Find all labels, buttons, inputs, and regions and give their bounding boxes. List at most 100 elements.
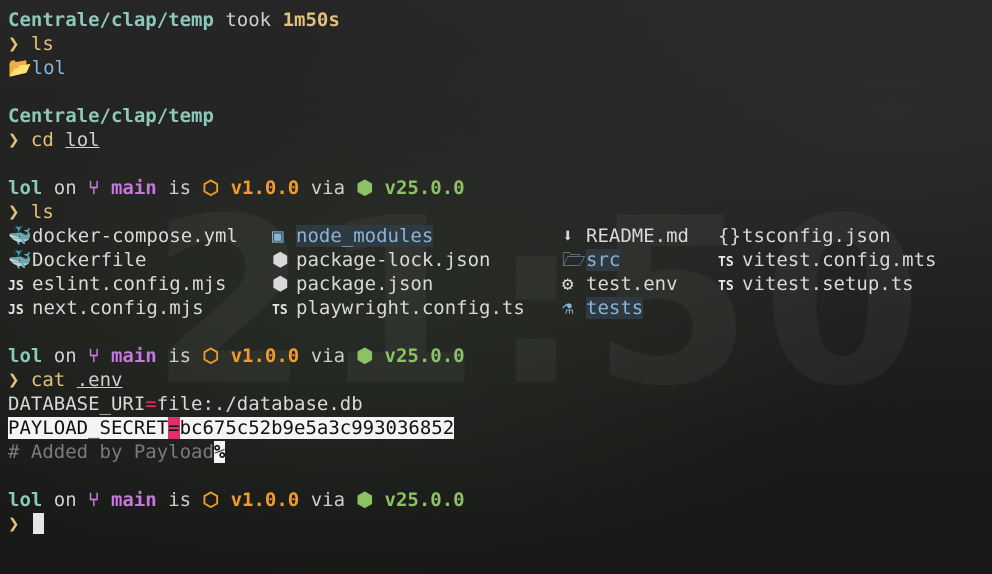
js-icon: JS bbox=[8, 303, 24, 318]
sliders-icon: ⚙ bbox=[562, 273, 574, 295]
file-name: package-lock.json bbox=[296, 249, 491, 271]
file-name: node_modules bbox=[296, 225, 434, 247]
docker-icon: 🐳 bbox=[8, 249, 32, 271]
file-name: package.json bbox=[296, 273, 434, 295]
command-text: ls bbox=[30, 33, 54, 55]
git-branch: main bbox=[110, 177, 157, 199]
flask-icon: ⚗ bbox=[562, 297, 574, 319]
env-line-selected[interactable]: PAYLOAD_SECRET=bc675c52b9e5a3c993036852 bbox=[8, 416, 992, 440]
file-entry: ⬇ README.md bbox=[562, 224, 718, 248]
file-name: eslint.config.mjs bbox=[32, 273, 227, 295]
comment-text: # Added by Payload bbox=[8, 441, 214, 463]
file-name: docker-compose.yml bbox=[32, 225, 238, 247]
git-branch: main bbox=[110, 345, 157, 367]
file-entry: TS vitest.config.mts bbox=[718, 248, 958, 272]
command-arg: .env bbox=[76, 369, 123, 391]
hexagon-icon: ⬢ bbox=[272, 249, 289, 271]
file-name: next.config.mjs bbox=[32, 297, 204, 319]
command-line: ❯ ls bbox=[8, 200, 992, 224]
env-key: PAYLOAD_SECRET bbox=[8, 417, 169, 439]
download-icon: ⬇ bbox=[562, 225, 574, 247]
env-value: file:./database.db bbox=[156, 393, 363, 415]
prompt-chevron-icon: ❯ bbox=[8, 33, 20, 55]
file-entry: 🐳Dockerfile bbox=[8, 248, 272, 272]
cwd-path: Centrale/clap/temp bbox=[8, 105, 214, 127]
prompt-chevron-icon: ❯ bbox=[8, 513, 20, 535]
file-entry: {}tsconfig.json bbox=[718, 224, 958, 248]
file-name: src bbox=[586, 249, 621, 271]
file-name: playwright.config.ts bbox=[296, 297, 525, 319]
env-equals: = bbox=[145, 393, 157, 415]
cwd-path: Centrale/clap/temp bbox=[8, 9, 214, 31]
file-entry bbox=[718, 296, 958, 320]
package-version: v1.0.0 bbox=[230, 345, 300, 367]
command-text: ls bbox=[30, 201, 54, 223]
prompt-status: lol on ⑂ main is ⬡ v1.0.0 via ⬢ v25.0.0 bbox=[8, 489, 465, 511]
file-entry: ⬢ package-lock.json bbox=[272, 248, 562, 272]
git-branch: main bbox=[110, 489, 157, 511]
file-entry: ▣ node_modules bbox=[272, 224, 562, 248]
package-icon: ⬡ bbox=[202, 489, 220, 511]
text-cursor[interactable] bbox=[32, 513, 44, 534]
file-name: tsconfig.json bbox=[742, 225, 891, 247]
package-icon: ⬡ bbox=[202, 345, 220, 367]
env-value: bc675c52b9e5a3c993036852 bbox=[179, 417, 455, 439]
braces-icon: {} bbox=[718, 225, 741, 247]
cwd-dir: lol bbox=[8, 177, 43, 199]
file-entry: JS next.config.mjs bbox=[8, 296, 272, 320]
node-version: v25.0.0 bbox=[384, 345, 465, 367]
git-branch-icon: ⑂ bbox=[88, 345, 100, 367]
folder-open-icon: 📂 bbox=[8, 57, 32, 79]
file-entry: JS eslint.config.mjs bbox=[8, 272, 272, 296]
dir-entry: lol bbox=[31, 57, 66, 79]
file-name: vitest.config.mts bbox=[742, 249, 937, 271]
file-entry: TS vitest.setup.ts bbox=[718, 272, 958, 296]
env-line: DATABASE_URI=file:./database.db bbox=[8, 392, 992, 416]
prompt-status: lol on ⑂ main is ⬡ v1.0.0 via ⬢ v25.0.0 bbox=[8, 177, 465, 199]
active-prompt[interactable]: ❯ bbox=[8, 512, 992, 536]
hexagon-icon: ⬢ bbox=[272, 273, 289, 295]
package-version: v1.0.0 bbox=[230, 177, 300, 199]
no-newline-marker: % bbox=[213, 441, 226, 463]
folder-node-icon: ▣ bbox=[272, 225, 284, 247]
file-entry: 🗁src bbox=[562, 248, 718, 272]
package-version: v1.0.0 bbox=[230, 489, 300, 511]
file-entry: ⚙ test.env bbox=[562, 272, 718, 296]
prompt-chevron-icon: ❯ bbox=[8, 201, 20, 223]
git-branch-icon: ⑂ bbox=[88, 177, 100, 199]
ts-icon: TS bbox=[272, 303, 288, 318]
cwd-dir: lol bbox=[8, 489, 43, 511]
ls-output: 📂lol bbox=[8, 56, 992, 80]
command-line: ❯ ls bbox=[8, 32, 992, 56]
command-text: cat bbox=[30, 369, 66, 391]
took-label: took bbox=[225, 9, 272, 31]
command-duration: 1m50s bbox=[282, 9, 340, 31]
env-key: DATABASE_URI bbox=[8, 393, 146, 415]
prompt-chevron-icon: ❯ bbox=[8, 129, 20, 151]
nodejs-icon: ⬢ bbox=[356, 489, 374, 511]
prompt-header: Centrale/clap/temp took 1m50s bbox=[8, 8, 992, 32]
command-text: cd bbox=[30, 129, 54, 151]
git-branch-icon: ⑂ bbox=[88, 489, 100, 511]
file-name: README.md bbox=[586, 225, 689, 247]
file-name: vitest.setup.ts bbox=[742, 273, 914, 295]
node-version: v25.0.0 bbox=[384, 489, 465, 511]
file-entry: ⚗ tests bbox=[562, 296, 718, 320]
command-line: ❯ cat .env bbox=[8, 368, 992, 392]
prompt-chevron-icon: ❯ bbox=[8, 369, 20, 391]
file-name: tests bbox=[586, 297, 644, 319]
command-arg: lol bbox=[65, 129, 100, 151]
file-entry: ⬢ package.json bbox=[272, 272, 562, 296]
terminal-output[interactable]: Centrale/clap/temp took 1m50s ❯ ls 📂 lol … bbox=[8, 8, 992, 574]
prompt-status: lol on ⑂ main is ⬡ v1.0.0 via ⬢ v25.0.0 bbox=[8, 345, 465, 367]
nodejs-icon: ⬢ bbox=[356, 177, 374, 199]
nodejs-icon: ⬢ bbox=[356, 345, 374, 367]
docker-icon: 🐳 bbox=[8, 225, 32, 247]
file-name: Dockerfile bbox=[32, 249, 147, 271]
file-entry: 🐳docker-compose.yml bbox=[8, 224, 272, 248]
env-equals: = bbox=[168, 417, 180, 439]
package-icon: ⬡ bbox=[202, 177, 220, 199]
folder-search-icon: 🗁 bbox=[562, 249, 586, 271]
ls-grid: 🐳docker-compose.yml ▣ node_modules ⬇ README.… bbox=[8, 224, 992, 320]
node-version: v25.0.0 bbox=[384, 177, 465, 199]
